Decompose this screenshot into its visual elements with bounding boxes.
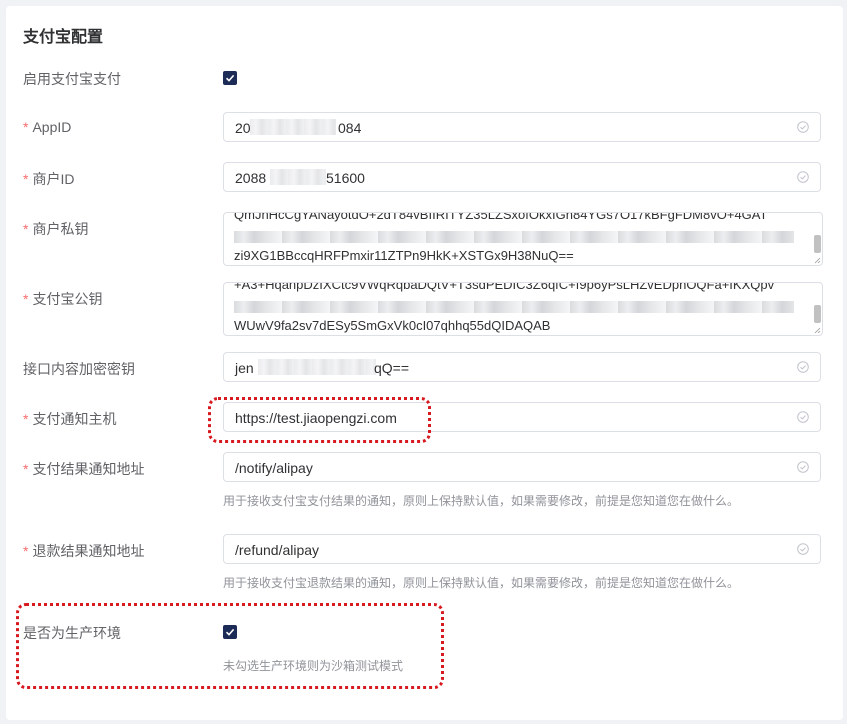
card-title: 支付宝配置 — [23, 29, 104, 46]
app-id-input[interactable]: 20 084 — [223, 112, 821, 142]
highlight-production-env — [16, 603, 444, 689]
alipay-config-card: 支付宝配置 启用支付宝支付 * AppID 20 084 * 商户ID 2088 5… — [6, 6, 843, 720]
enable-alipay-label: 启用支付宝支付 — [23, 71, 121, 87]
circle-check-icon — [797, 543, 809, 555]
circle-check-icon — [797, 171, 809, 183]
circle-check-icon — [797, 361, 809, 373]
scrollbar[interactable] — [814, 235, 821, 253]
encrypt-key-value-end: qQ== — [374, 360, 410, 376]
merchant-id-value-end: 51600 — [326, 170, 365, 186]
checkmark-icon — [225, 74, 235, 82]
refund-notify-url-value: /refund/alipay — [235, 542, 320, 558]
pay-notify-url-value: /notify/alipay — [235, 460, 313, 476]
refund-notify-url-label: * 退款结果通知地址 — [23, 543, 145, 559]
pay-notify-url-input[interactable]: /notify/alipay — [223, 452, 821, 482]
redaction-mask — [250, 119, 336, 135]
redaction-mask — [234, 301, 794, 313]
circle-check-icon — [797, 461, 809, 473]
content-encrypt-key-input[interactable]: jen qQ== — [223, 352, 821, 382]
scrollbar[interactable] — [814, 305, 821, 323]
circle-check-icon — [797, 411, 809, 423]
highlight-notify-host — [208, 397, 431, 443]
textarea-line: zi9XG1BBccqHRFPmxir11ZTPn9HkK+XSTGx9H38N… — [234, 248, 574, 263]
enable-alipay-checkbox[interactable] — [223, 71, 237, 85]
resize-handle-icon[interactable] — [814, 327, 821, 334]
resize-handle-icon[interactable] — [814, 257, 821, 264]
merchant-private-key-label: * 商户私钥 — [23, 221, 89, 237]
app-id-label: * AppID — [23, 119, 72, 135]
app-id-value-end: 084 — [338, 120, 362, 136]
redaction-mask — [270, 169, 326, 185]
circle-check-icon — [797, 121, 809, 133]
redaction-mask — [258, 359, 376, 375]
encrypt-key-value-start: jen — [235, 360, 254, 376]
merchant-id-label: * 商户ID — [23, 171, 75, 187]
notify-host-label: * 支付通知主机 — [23, 411, 117, 427]
textarea-line: +A3+HqanpDzIXCtc9VWqRqbaDQtV+T3sdPEDIC3Z… — [234, 282, 775, 292]
redaction-mask — [234, 231, 794, 243]
textarea-line: QmJhHcCgYANayotdO+2dT84vBIIRITYZ35LZSxof… — [234, 212, 768, 222]
merchant-id-value-start: 2088 — [235, 170, 267, 186]
app-id-value-start: 20 — [235, 120, 251, 136]
merchant-private-key-textarea[interactable]: QmJhHcCgYANayotdO+2dT84vBIIRITYZ35LZSxof… — [223, 212, 823, 266]
alipay-public-key-textarea[interactable]: +A3+HqanpDzIXCtc9VWqRqbaDQtV+T3sdPEDIC3Z… — [223, 282, 823, 336]
pay-notify-url-label: * 支付结果通知地址 — [23, 461, 145, 477]
alipay-public-key-label: * 支付宝公钥 — [23, 291, 103, 307]
refund-notify-url-hint: 用于接收支付宝退款结果的通知，原则上保持默认值，如果需要修改，前提是您知道您在做… — [223, 576, 740, 590]
pay-notify-url-hint: 用于接收支付宝支付结果的通知，原则上保持默认值，如果需要修改，前提是您知道您在做… — [223, 494, 740, 508]
merchant-id-input[interactable]: 2088 51600 — [223, 162, 821, 192]
refund-notify-url-input[interactable]: /refund/alipay — [223, 534, 821, 564]
textarea-line: WUwV9fa2sv7dESy5SmGxVk0cI07qhhq55dQIDAQA… — [234, 318, 551, 333]
content-encrypt-key-label: 接口内容加密密钥 — [23, 361, 135, 377]
